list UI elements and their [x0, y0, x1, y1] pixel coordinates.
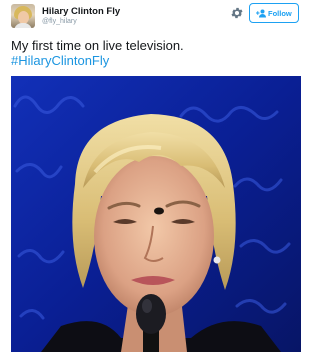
gear-icon[interactable]: [230, 6, 244, 20]
user-handle[interactable]: @fly_hilary: [42, 18, 77, 25]
tweet-text: My first time on live television. #Hilar…: [11, 38, 301, 68]
photo-illustration: [11, 76, 301, 352]
tweet-photo[interactable]: [11, 76, 301, 352]
avatar[interactable]: [11, 4, 35, 28]
follow-button[interactable]: Follow: [249, 3, 299, 23]
add-user-icon: [256, 9, 266, 18]
hashtag-link[interactable]: #HilaryClintonFly: [11, 53, 301, 68]
follow-label: Follow: [268, 9, 292, 18]
tweet-body: My first time on live television.: [11, 38, 184, 53]
tweet-header: Hilary Clinton Fly @fly_hilary Follow: [0, 0, 306, 36]
user-name[interactable]: Hilary Clinton Fly: [42, 6, 120, 17]
